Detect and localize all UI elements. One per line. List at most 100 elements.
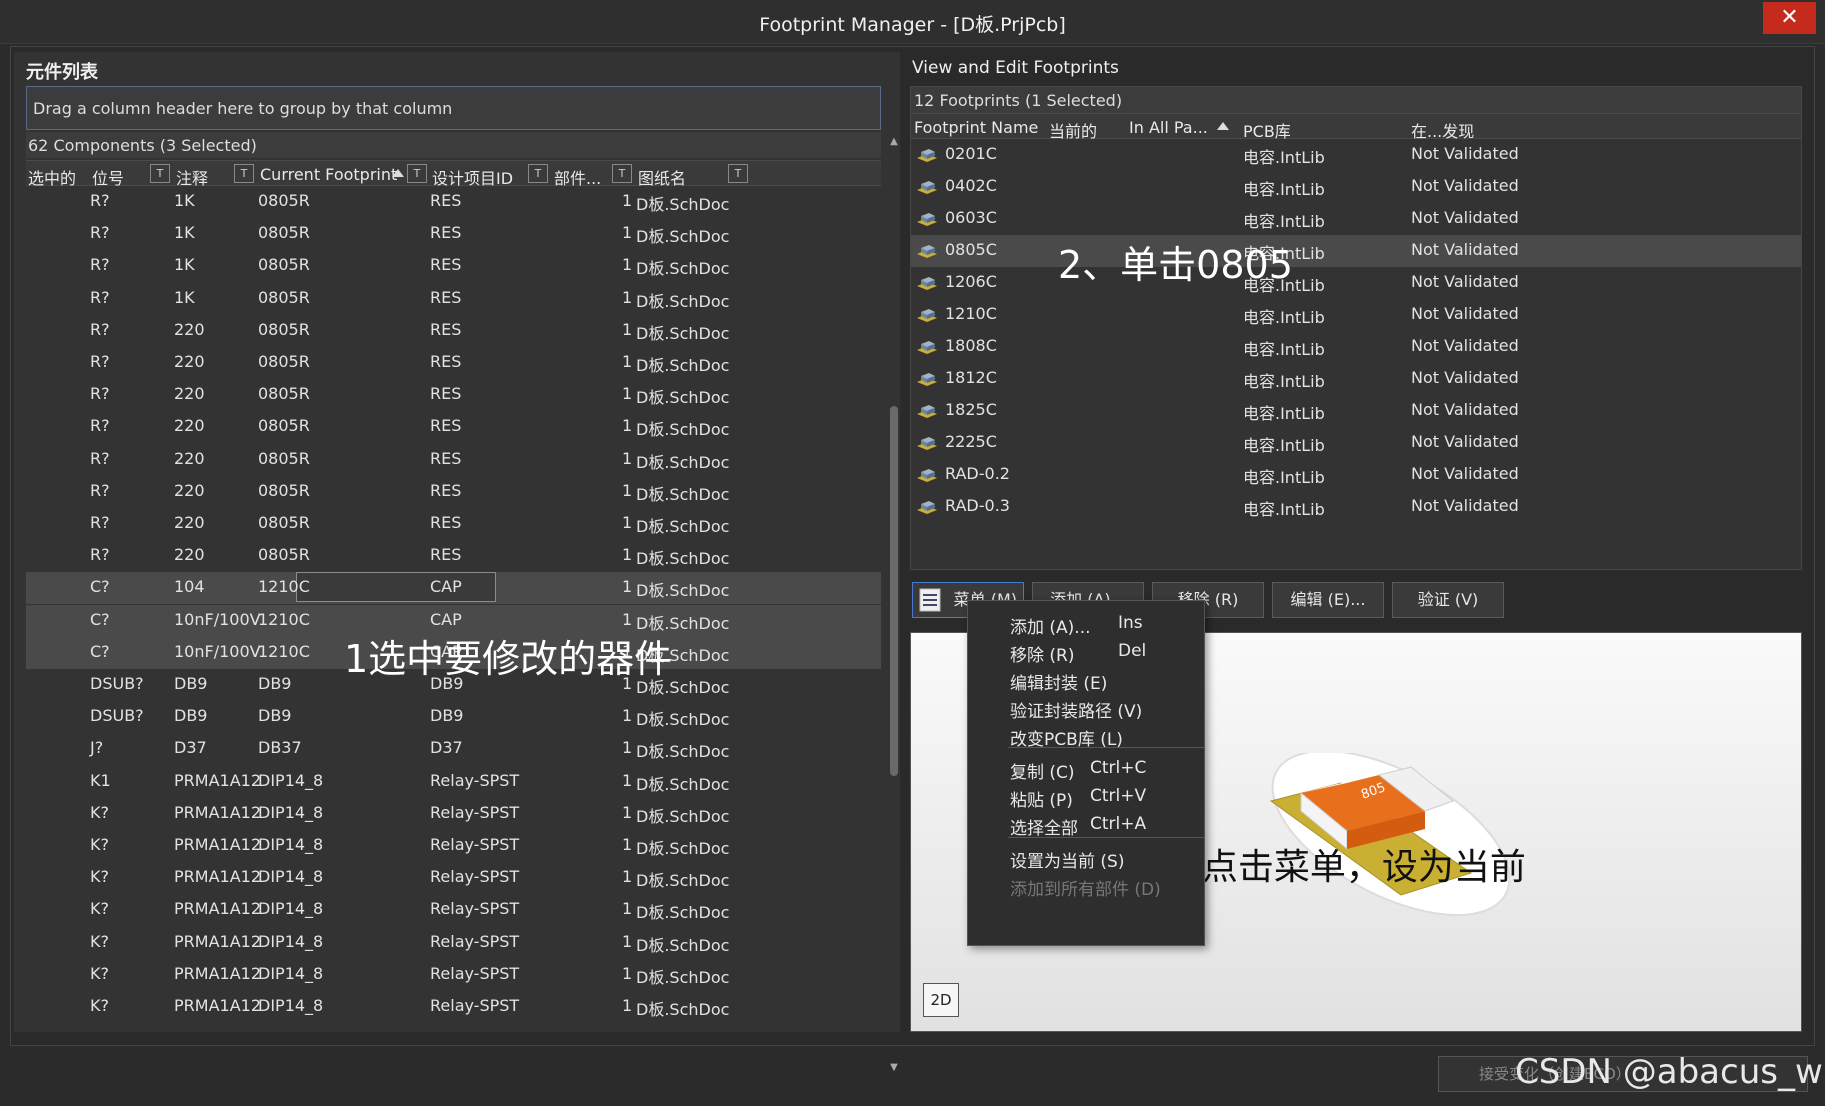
title-bar: Footprint Manager - [D板.PrjPcb] ✕ [0, 0, 1825, 44]
table-cell: Relay-SPST [430, 835, 520, 854]
footprint-icon [917, 405, 937, 418]
filter-icon[interactable]: T [728, 164, 748, 183]
filter-icon[interactable]: T [234, 164, 254, 183]
context-menu-item[interactable]: 编辑封装 (E) [1010, 669, 1107, 694]
table-row[interactable]: K1 PRMA1A12 DIP14_8 Relay-SPST 1 D板.SchDoc [26, 766, 881, 798]
table-cell: D板.SchDoc [636, 291, 730, 311]
filter-icon[interactable]: T [612, 164, 632, 183]
table-cell: 220 [174, 352, 205, 371]
table-cell: D板.SchDoc [636, 517, 730, 536]
table-row[interactable]: DSUB? DB9 DB9 DB9 1 D板.SchDoc [26, 701, 881, 733]
menu-shortcut: Ctrl+V [1090, 786, 1147, 806]
footprint-row[interactable]: 1808C 电容.IntLib Not Validated [911, 331, 1801, 363]
footprint-row[interactable]: 2225C 电容.IntLib Not Validated [911, 427, 1801, 459]
table-cell: RES [430, 448, 462, 468]
footprint-row[interactable]: 0201C 电容.IntLib Not Validated [911, 139, 1801, 171]
table-row[interactable]: K? PRMA1A12 DIP14_8 Relay-SPST 1 D板.SchDoc [26, 959, 881, 991]
context-menu-item[interactable]: 移除 (R) [1010, 641, 1074, 666]
table-cell: 0805R [258, 384, 310, 404]
table-row[interactable]: C? 104 1210C CAP 1 D板.SchDoc [26, 572, 881, 605]
footprint-row[interactable]: RAD-0.2 电容.IntLib Not Validated [911, 459, 1801, 491]
component-scrollbar[interactable]: ▲ ▼ [888, 136, 900, 1076]
scroll-down-icon[interactable]: ▼ [888, 1062, 900, 1073]
table-row[interactable]: R? 220 0805R RES 1 D板.SchDoc [26, 508, 881, 540]
table-row[interactable]: K? PRMA1A12 DIP14_8 Relay-SPST 1 D板.SchDoc [26, 830, 881, 862]
table-row[interactable]: R? 220 0805R RES 1 D板.SchDoc [26, 476, 881, 508]
view-2d-button[interactable]: 2D [923, 983, 959, 1017]
filter-icon[interactable]: T [150, 164, 170, 183]
table-row[interactable]: R? 220 0805R RES 1 D板.SchDoc [26, 347, 881, 379]
footprint-row[interactable]: 1812C 电容.IntLib Not Validated [911, 363, 1801, 395]
scrollbar-thumb[interactable] [890, 406, 898, 776]
table-cell: DIP14_8 [258, 963, 324, 983]
table-cell: 1 [622, 480, 633, 500]
footprint-row[interactable]: 1210C 电容.IntLib Not Validated [911, 299, 1801, 331]
footprint-row[interactable]: 0603C 电容.IntLib Not Validated [911, 203, 1801, 235]
footprint-cell: 电容.IntLib [1243, 372, 1325, 391]
context-menu-item[interactable]: 粘贴 (P) [1010, 786, 1073, 811]
scroll-up-icon[interactable]: ▲ [888, 136, 900, 147]
table-cell: K? [90, 963, 109, 983]
table-cell: 0805R [258, 319, 310, 339]
table-row[interactable]: K? PRMA1A12 DIP14_8 Relay-SPST 1 D板.SchDoc [26, 862, 881, 894]
table-row[interactable]: R? 220 0805R RES 1 D板.SchDoc [26, 540, 881, 572]
table-row[interactable]: K? PRMA1A12 DIP14_8 Relay-SPST 1 D板.SchDoc [26, 991, 881, 1023]
table-cell: R? [90, 319, 110, 339]
context-menu-item[interactable]: 添加 (A)... [1010, 613, 1091, 638]
table-row[interactable]: R? 220 0805R RES 1 D板.SchDoc [26, 379, 881, 411]
footprint-row[interactable]: 1825C 电容.IntLib Not Validated [911, 395, 1801, 427]
filter-icon[interactable]: T [528, 164, 548, 183]
table-cell: 1210C [258, 641, 310, 661]
table-cell: 0805R [258, 448, 310, 468]
context-menu-item[interactable]: 选择全部 [1010, 814, 1078, 839]
table-row[interactable]: R? 220 0805R RES 1 D板.SchDoc [26, 411, 881, 443]
table-row[interactable]: R? 1K 0805R RES 1 D板.SchDoc [26, 186, 881, 218]
table-cell: DB9 [174, 706, 208, 726]
context-menu-item[interactable]: 复制 (C) [1010, 758, 1075, 783]
col-footprint-name[interactable]: Footprint Name [914, 118, 1038, 137]
table-cell: RES [430, 255, 462, 275]
edit-button[interactable]: 编辑 (E)... [1272, 582, 1384, 618]
footprint-icon [917, 309, 937, 322]
footprint-row[interactable]: 1206C 电容.IntLib Not Validated [911, 267, 1801, 299]
table-row[interactable]: R? 220 0805R RES 1 D板.SchDoc [26, 444, 881, 476]
table-row[interactable]: R? 1K 0805R RES 1 D板.SchDoc [26, 283, 881, 315]
footprint-edit-cell[interactable] [296, 572, 496, 603]
table-row[interactable]: R? 220 0805R RES 1 D板.SchDoc [26, 315, 881, 347]
table-cell: 1 [622, 609, 633, 629]
close-button[interactable]: ✕ [1763, 2, 1816, 34]
table-row[interactable]: K? PRMA1A12 DIP14_8 Relay-SPST 1 D板.SchDoc [26, 927, 881, 959]
table-cell: D板.SchDoc [636, 388, 730, 408]
footprint-cell: 0603C [945, 208, 997, 227]
context-menu-item: 添加到所有部件 (D) [1010, 880, 1161, 900]
table-cell: DB37 [258, 738, 302, 758]
menu-shortcut: Ctrl+A [1090, 814, 1147, 834]
table-cell: 1 [622, 931, 633, 951]
component-list-heading: 元件列表 [26, 62, 98, 83]
table-cell: Relay-SPST [430, 996, 520, 1015]
table-cell: PRMA1A12 [174, 899, 261, 919]
filter-icon[interactable]: T [407, 164, 427, 183]
table-row[interactable]: K? PRMA1A12 DIP14_8 Relay-SPST 1 D板.SchDoc [26, 894, 881, 926]
table-row[interactable]: J? D37 DB37 D37 1 D板.SchDoc [26, 733, 881, 765]
table-row[interactable]: R? 1K 0805R RES 1 D板.SchDoc [26, 218, 881, 250]
footprint-row[interactable]: RAD-0.3 电容.IntLib Not Validated [911, 491, 1801, 523]
table-cell: DSUB? [90, 706, 144, 726]
footprint-cell: 1812C [945, 368, 997, 387]
table-cell: R? [90, 480, 110, 500]
footprint-row[interactable]: 0402C 电容.IntLib Not Validated [911, 171, 1801, 203]
col-current-footprint[interactable]: Current Footprint [260, 165, 397, 184]
menu-separator [1008, 837, 1204, 838]
footprint-row[interactable]: 0805C 电容.IntLib Not Validated [911, 235, 1801, 267]
col-in-all-parts[interactable]: In All Pa... [1129, 118, 1208, 137]
table-row[interactable]: R? 1K 0805R RES 1 D板.SchDoc [26, 250, 881, 282]
table-cell: D板.SchDoc [636, 742, 730, 762]
context-menu-item[interactable]: 验证封装路径 (V) [1010, 697, 1142, 722]
table-row[interactable]: U4ULN2803ADIP-18ULN2803A1D板.SchDoc [26, 1023, 881, 1024]
table-row[interactable]: K? PRMA1A12 DIP14_8 Relay-SPST 1 D板.SchDoc [26, 798, 881, 830]
validate-button[interactable]: 验证 (V) [1392, 582, 1504, 618]
footprint-cell: Not Validated [1411, 496, 1519, 515]
context-menu-item[interactable]: 设置为当前 (S) [1010, 847, 1124, 872]
group-by-drop-area[interactable]: Drag a column header here to group by th… [26, 86, 881, 130]
table-cell: D板.SchDoc [636, 356, 730, 375]
